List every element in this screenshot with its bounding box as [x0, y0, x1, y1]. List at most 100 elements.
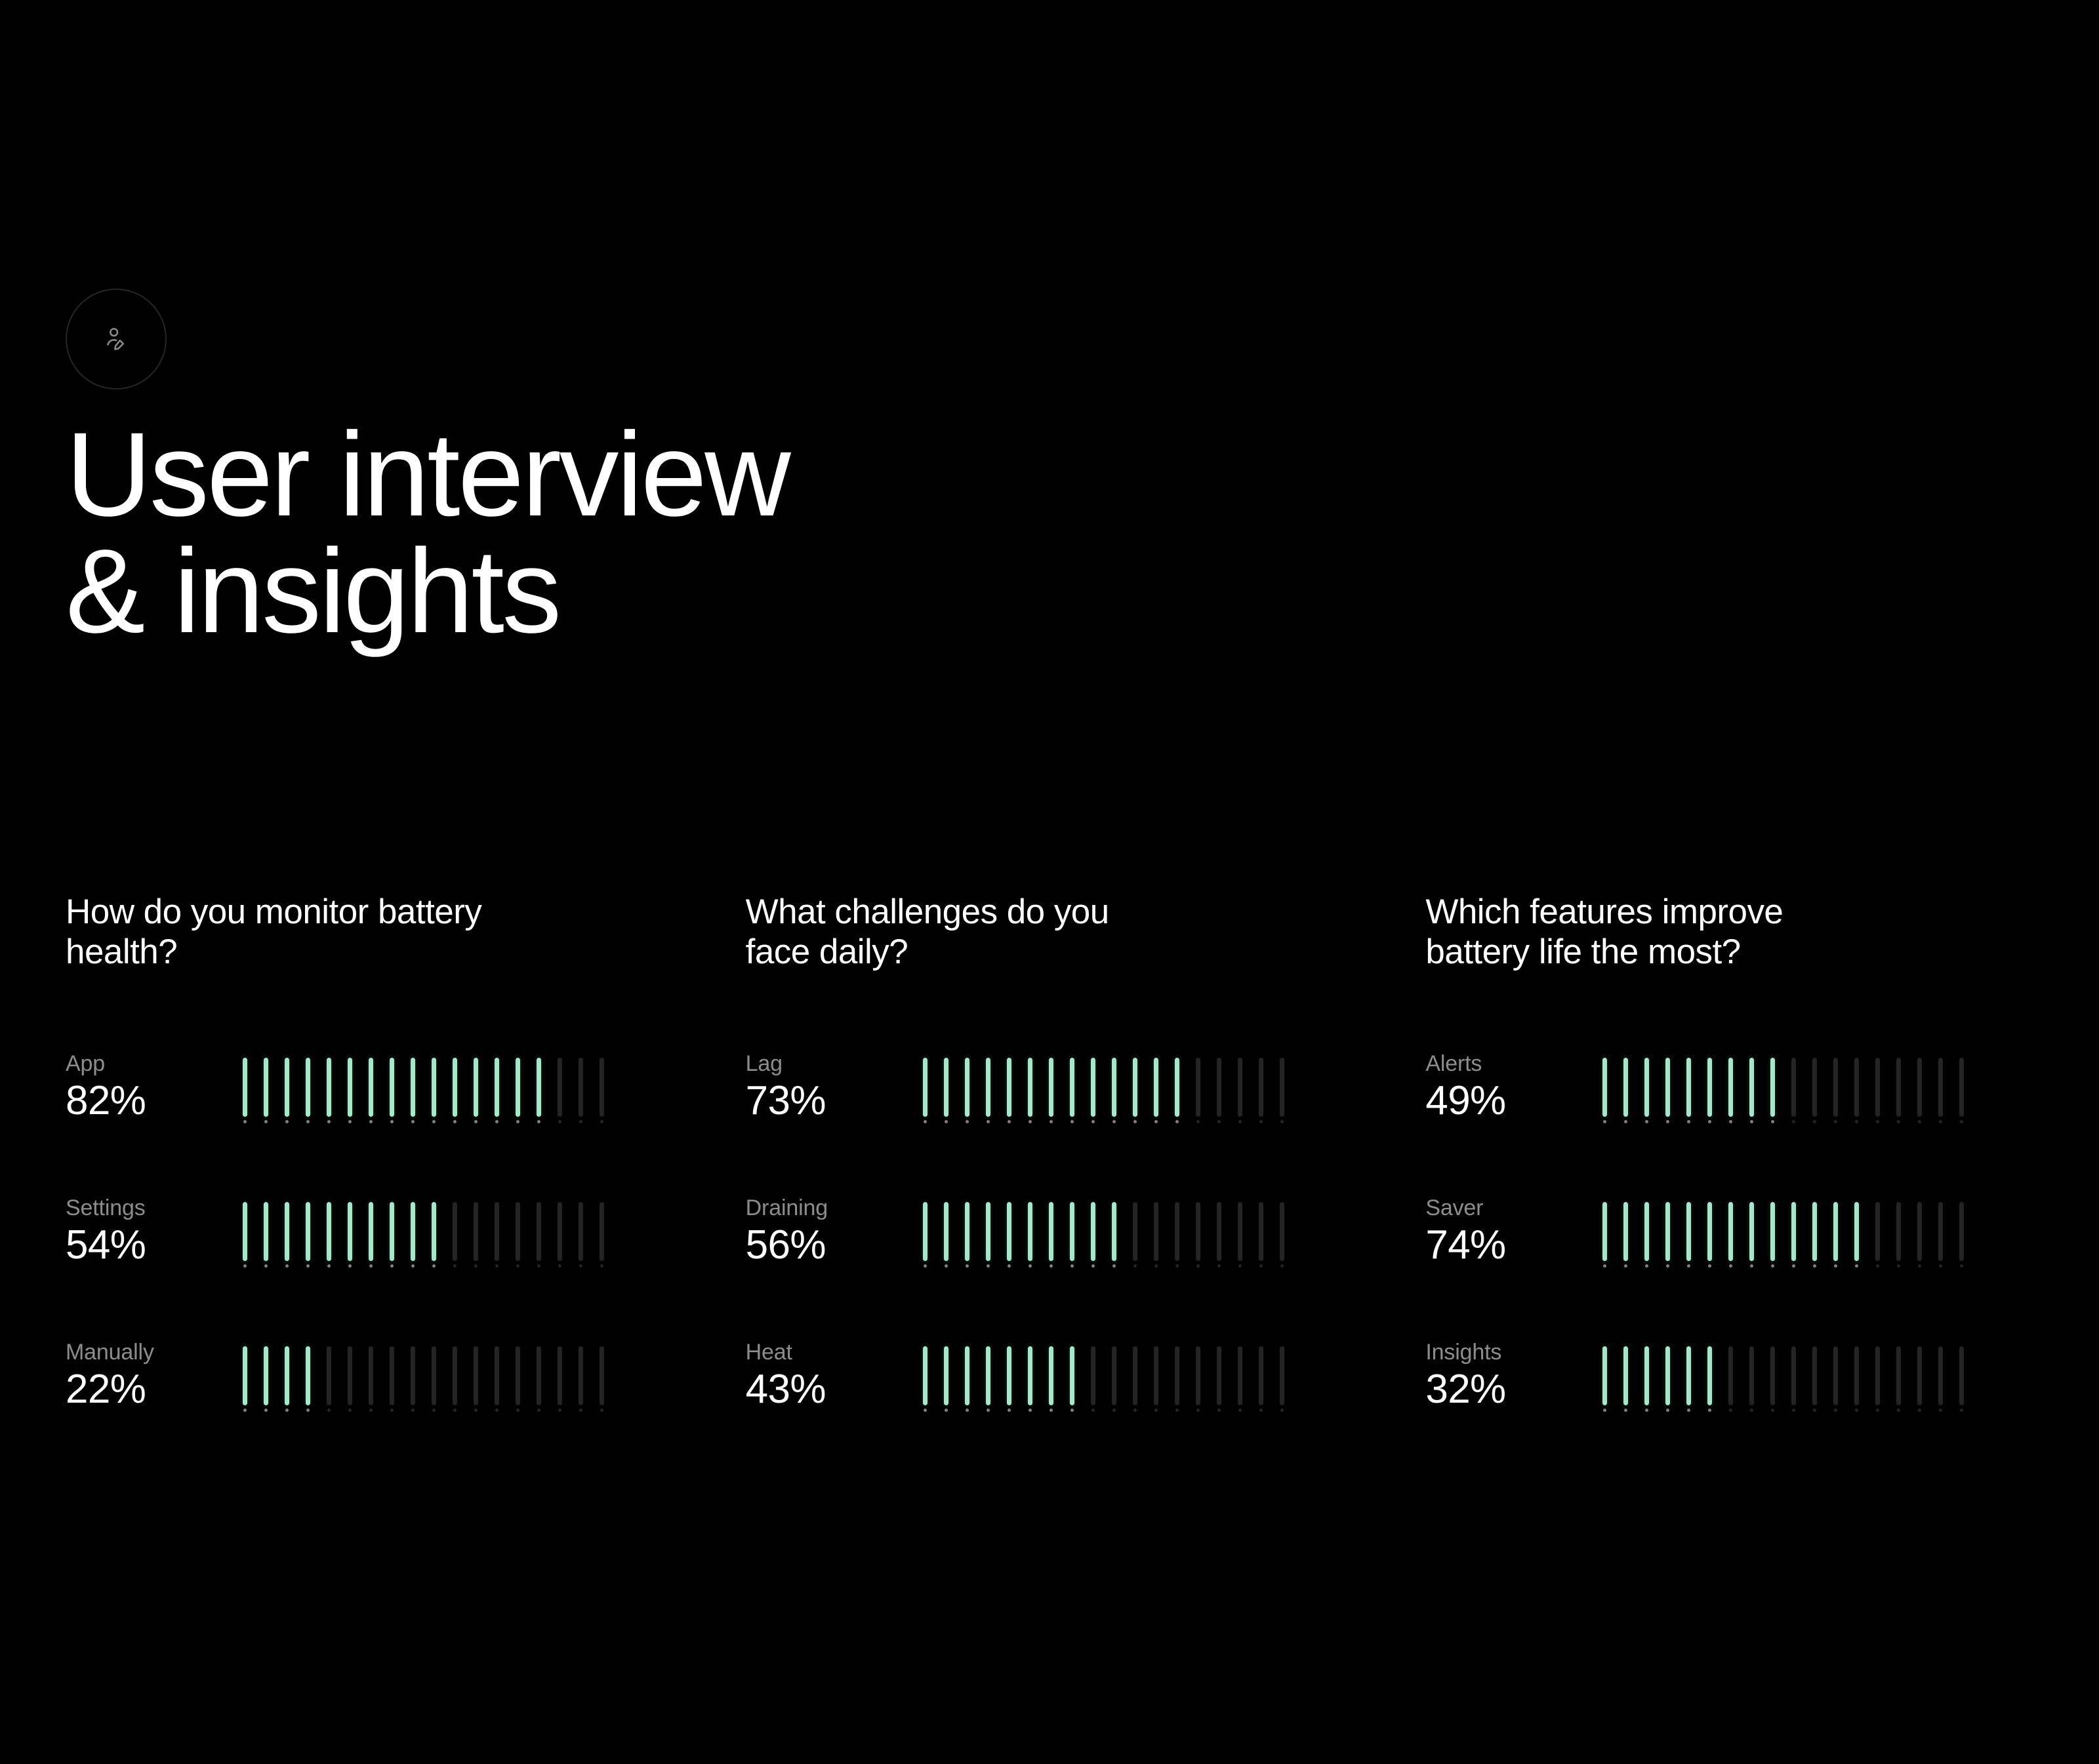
tally-bar-filled: [1743, 1055, 1761, 1123]
tally-bar-empty: [1848, 1344, 1865, 1412]
tally-bar-filled: [1848, 1199, 1865, 1268]
tally-bar-filled: [530, 1055, 548, 1123]
tally-bar-empty: [572, 1344, 590, 1412]
metric-value: 22%: [66, 1369, 236, 1410]
header-icon-circle: [66, 289, 167, 390]
tally-bar-empty: [1147, 1199, 1165, 1268]
page: User interview& insights How do you moni…: [0, 0, 2099, 1764]
tally-bar-filled: [278, 1199, 296, 1268]
metric-text: Manually22%: [66, 1340, 236, 1410]
tally-bar-filled: [341, 1055, 359, 1123]
metric-label: Alerts: [1425, 1051, 1596, 1077]
tally-bar-filled: [958, 1344, 976, 1412]
tally-bar-filled: [257, 1055, 275, 1123]
tally-bar-filled: [1126, 1055, 1144, 1123]
tally-bar-empty: [1231, 1055, 1249, 1123]
tally-bar-empty: [1743, 1344, 1761, 1412]
tally-bar-empty: [341, 1344, 359, 1412]
tally-bar-filled: [320, 1199, 338, 1268]
tally-bar-filled: [937, 1344, 955, 1412]
metric-row: App 82%: [66, 1051, 647, 1123]
tally-bar-filled: [383, 1055, 401, 1123]
tally-bar-empty: [1848, 1055, 1865, 1123]
tally-bar-empty: [425, 1344, 443, 1412]
tally-bar-filled: [1680, 1344, 1698, 1412]
tally-bar-empty: [593, 1199, 611, 1268]
metric-row: Saver74%: [1425, 1195, 2007, 1268]
metric-value: 32%: [1425, 1369, 1596, 1410]
tally-bar-empty: [1126, 1344, 1144, 1412]
tally-chart: [236, 1340, 647, 1412]
column-heading: What challenges do you face daily?: [746, 892, 1166, 972]
tally-bar-filled: [299, 1055, 317, 1123]
tally-bar-filled: [257, 1344, 275, 1412]
tally-bar-empty: [1210, 1199, 1228, 1268]
tally-bar-filled: [278, 1055, 296, 1123]
metric-label: Insights: [1425, 1340, 1596, 1365]
metrics-grid: How do you monitor battery health?App82%…: [66, 892, 2033, 1484]
tally-bar-empty: [572, 1199, 590, 1268]
tally-bar-empty: [1869, 1055, 1886, 1123]
tally-bar-filled: [1042, 1344, 1060, 1412]
tally-bar-empty: [1827, 1344, 1844, 1412]
tally-bar-filled: [1147, 1055, 1165, 1123]
tally-bar-filled: [299, 1344, 317, 1412]
tally-bar-filled: [1659, 1344, 1677, 1412]
tally-bar-empty: [1168, 1199, 1186, 1268]
metrics-column: How do you monitor battery health?App82%…: [66, 892, 647, 1484]
tally-bar-filled: [509, 1055, 527, 1123]
tally-bar-empty: [383, 1344, 401, 1412]
tally-bar-empty: [1890, 1199, 1907, 1268]
metric-row: Alerts49%: [1425, 1051, 2007, 1123]
tally-bar-filled: [1063, 1199, 1081, 1268]
tally-bar-filled: [1105, 1199, 1123, 1268]
metric-label: App: [66, 1051, 236, 1077]
tally-bar-filled: [958, 1055, 976, 1123]
tally-bar-filled: [1596, 1055, 1614, 1123]
tally-bar-filled: [446, 1055, 464, 1123]
tally-bar-filled: [1827, 1199, 1844, 1268]
tally-bar-empty: [1911, 1199, 1928, 1268]
metric-value: 56%: [746, 1225, 916, 1266]
metric-row: Draining56%: [746, 1195, 1328, 1268]
tally-chart: [236, 1051, 647, 1123]
tally-bar-empty: [1252, 1055, 1270, 1123]
tally-bar-filled: [488, 1055, 506, 1123]
tally-bar-filled: [1743, 1199, 1761, 1268]
tally-bar-filled: [1785, 1199, 1803, 1268]
tally-bar-empty: [488, 1199, 506, 1268]
tally-bar-empty: [1210, 1344, 1228, 1412]
tally-bar-empty: [1953, 1344, 1970, 1412]
metric-row: Heat43%: [746, 1340, 1328, 1412]
tally-bar-empty: [1231, 1199, 1249, 1268]
tally-bar-filled: [1000, 1344, 1018, 1412]
tally-bar-filled: [1596, 1199, 1614, 1268]
tally-bar-empty: [1189, 1199, 1207, 1268]
tally-bar-filled: [1638, 1344, 1656, 1412]
tally-bar-empty: [530, 1199, 548, 1268]
tally-bar-empty: [1953, 1055, 1970, 1123]
tally-bar-empty: [467, 1199, 485, 1268]
metric-value: 82%: [66, 1081, 236, 1121]
tally-bar-filled: [1764, 1055, 1782, 1123]
tally-bar-empty: [1806, 1055, 1824, 1123]
tally-bar-empty: [1084, 1344, 1102, 1412]
tally-bar-filled: [916, 1055, 934, 1123]
tally-bar-filled: [1659, 1199, 1677, 1268]
tally-bar-filled: [1021, 1199, 1039, 1268]
tally-bar-empty: [1273, 1199, 1291, 1268]
tally-bar-filled: [362, 1055, 380, 1123]
tally-bar-empty: [1911, 1344, 1928, 1412]
tally-bar-filled: [1617, 1055, 1635, 1123]
metric-row: Lag73%: [746, 1051, 1328, 1123]
tally-bar-filled: [1617, 1199, 1635, 1268]
tally-bar-filled: [1084, 1199, 1102, 1268]
tally-bar-filled: [1021, 1055, 1039, 1123]
metric-label: Lag: [746, 1051, 916, 1077]
metric-value: 54%: [66, 1225, 236, 1266]
tally-bar-filled: [404, 1055, 422, 1123]
metric-row: Manually22%: [66, 1340, 647, 1412]
tally-bar-empty: [1932, 1199, 1949, 1268]
tally-bar-empty: [1126, 1199, 1144, 1268]
tally-bar-empty: [1252, 1344, 1270, 1412]
